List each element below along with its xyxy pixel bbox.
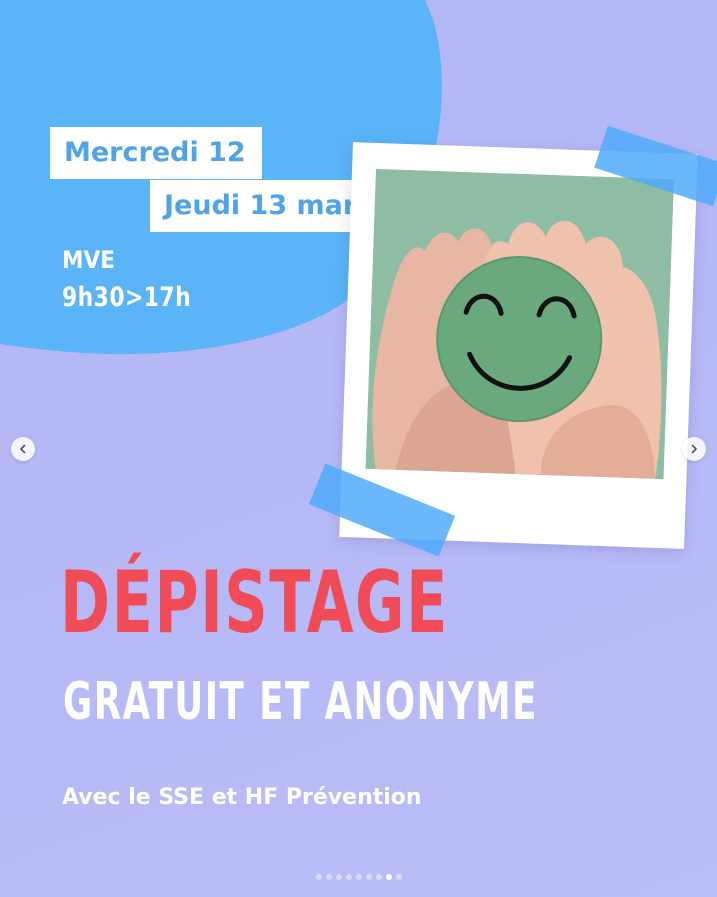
- headline-subtitle: GRATUIT ET ANONYME: [63, 672, 538, 732]
- hands-smiley-photo: [365, 168, 674, 480]
- carousel-next-button[interactable]: [682, 437, 706, 461]
- carousel-dot[interactable]: [385, 874, 392, 880]
- carousel-dot[interactable]: [375, 874, 382, 880]
- chevron-right-icon: [689, 444, 699, 454]
- carousel-dot[interactable]: [395, 874, 402, 880]
- carousel-dot[interactable]: [325, 874, 332, 880]
- date-line-1: Mercredi 12: [50, 127, 262, 179]
- polaroid-frame: [339, 142, 698, 549]
- tagline-text: Avec le SSE et HF Prévention: [62, 785, 422, 810]
- hours-label: 9h30>17h: [62, 282, 192, 313]
- post-image: Mercredi 12 Jeudi 13 mars MVE 9h30>17h D…: [0, 0, 717, 897]
- carousel-dot[interactable]: [365, 874, 372, 880]
- carousel-dot[interactable]: [345, 874, 352, 880]
- chevron-left-icon: [18, 444, 28, 454]
- carousel-dot[interactable]: [355, 874, 362, 880]
- carousel-dot[interactable]: [335, 874, 342, 880]
- carousel-pagination: [0, 874, 717, 880]
- headline-title: DÉPISTAGE: [60, 553, 449, 653]
- carousel-prev-button[interactable]: [11, 437, 35, 461]
- carousel-dot[interactable]: [315, 874, 322, 880]
- venue-label: MVE: [62, 246, 115, 274]
